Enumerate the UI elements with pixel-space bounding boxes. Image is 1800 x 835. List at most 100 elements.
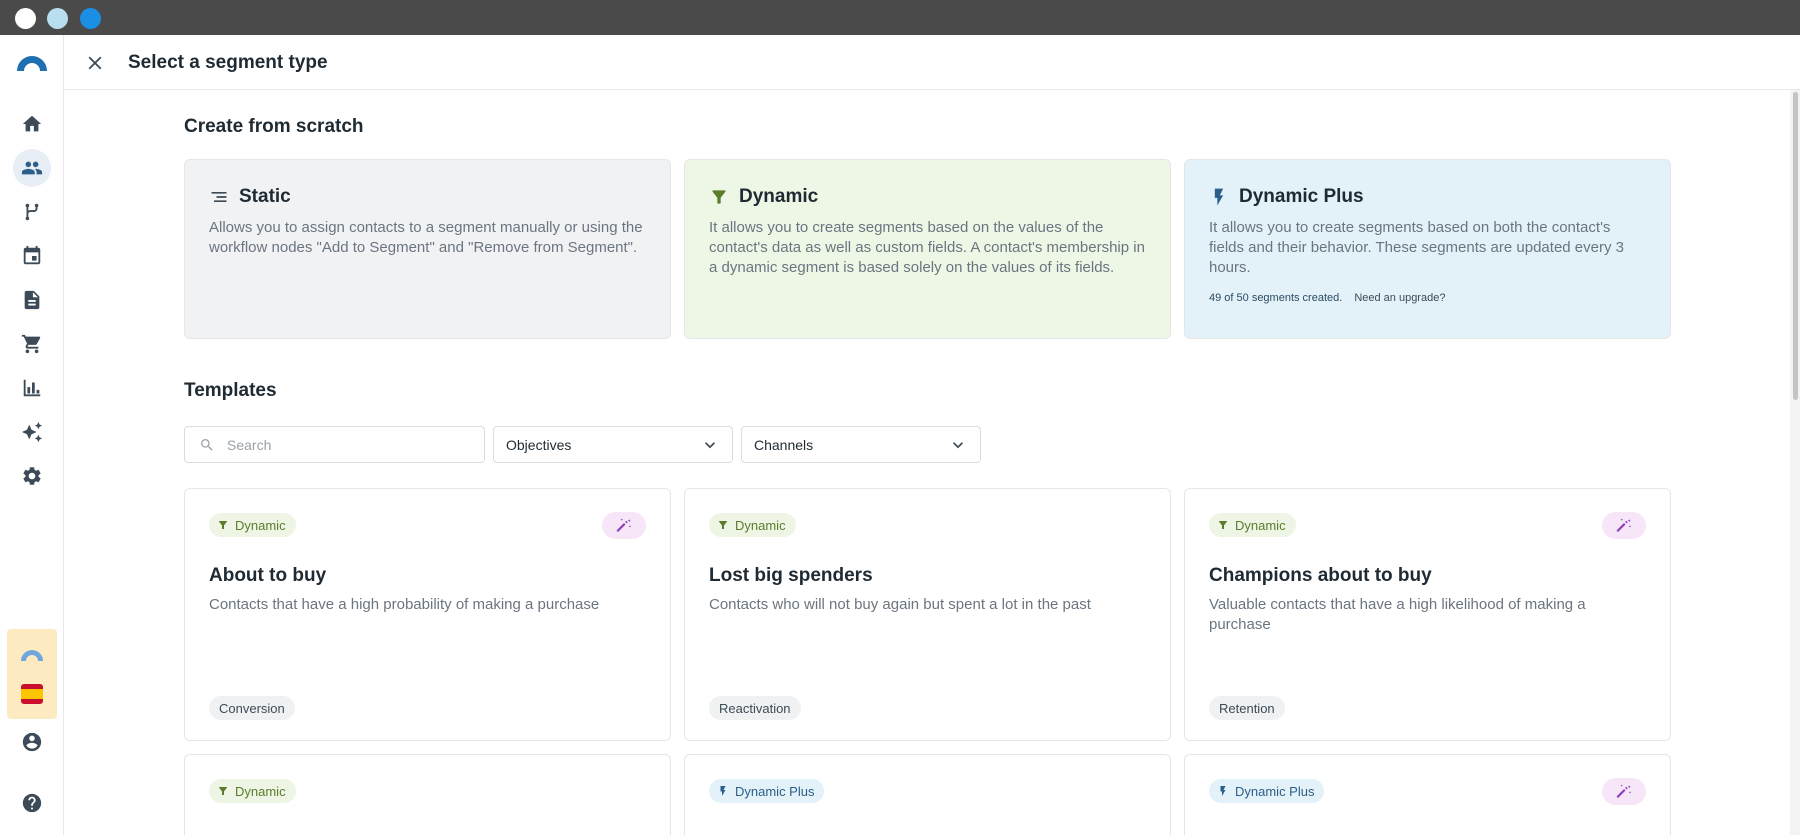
segment-type-badge: Dynamic <box>209 513 296 537</box>
template-card[interactable]: Dynamic About to buy Contacts that have … <box>184 488 671 741</box>
template-desc: Valuable contacts that have a high likel… <box>1209 596 1586 633</box>
scratch-section-title: Create from scratch <box>184 116 364 137</box>
nav-settings[interactable] <box>13 457 51 495</box>
template-card[interactable]: Dynamic Plus <box>684 754 1171 835</box>
templates-section-title: Templates <box>184 380 277 401</box>
badge-label: Dynamic Plus <box>735 783 815 799</box>
magic-wand-icon <box>616 518 632 532</box>
help-icon <box>22 793 42 813</box>
template-title: Champions about to buy <box>1209 565 1432 586</box>
close-button[interactable] <box>82 50 108 76</box>
scrollbar-thumb[interactable] <box>1793 92 1798 400</box>
list-lines-icon <box>211 192 227 202</box>
template-card[interactable]: Dynamic Plus <box>1184 754 1671 835</box>
dynamic-segment-card[interactable]: Dynamic It allows you to create segments… <box>684 159 1171 339</box>
dynamic-card-desc: It allows you to create segments based o… <box>709 219 1145 276</box>
page-title: Select a segment type <box>128 52 328 73</box>
badge-label: Dynamic <box>235 783 286 799</box>
upgrade-link[interactable]: Need an upgrade? <box>1354 292 1445 304</box>
template-title: Lost big spenders <box>709 565 873 586</box>
template-card[interactable]: Dynamic <box>184 754 671 835</box>
lightning-icon <box>1214 188 1224 206</box>
objectives-label: Objectives <box>506 436 572 453</box>
gear-icon <box>23 467 41 485</box>
nav-account[interactable] <box>13 723 51 761</box>
magic-wand-icon <box>1616 518 1632 532</box>
ai-generate-button[interactable] <box>602 512 646 539</box>
filter-icon <box>219 787 227 795</box>
objectives-dropdown[interactable]: Objectives <box>493 426 733 463</box>
objective-tag: Retention <box>1209 696 1285 720</box>
channels-label: Channels <box>754 436 814 453</box>
template-desc: Contacts that have a high probability of… <box>209 596 600 613</box>
badge-label: Dynamic <box>235 517 286 533</box>
badge-label: Dynamic <box>735 517 786 533</box>
chart-icon <box>23 379 41 397</box>
nav-documents[interactable] <box>13 281 51 319</box>
segment-type-badge: Dynamic Plus <box>1209 779 1325 803</box>
left-nav-rail <box>0 35 64 835</box>
badge-label: Dynamic Plus <box>1235 783 1315 799</box>
template-search[interactable] <box>184 426 485 463</box>
nav-ai[interactable] <box>13 413 51 451</box>
segment-type-badge: Dynamic <box>709 513 796 537</box>
lightning-icon <box>1220 786 1226 796</box>
badge-label: Dynamic <box>1235 517 1286 533</box>
window-minimize-button[interactable] <box>47 8 68 29</box>
segment-type-badge: Dynamic Plus <box>709 779 825 803</box>
segment-type-badge: Dynamic <box>209 779 296 803</box>
sparkle-icon <box>21 421 43 443</box>
nav-ecommerce[interactable] <box>13 325 51 363</box>
ai-generate-button[interactable] <box>1602 778 1646 805</box>
brand-logo[interactable] <box>15 49 49 73</box>
segment-quota-text: 49 of 50 segments created. <box>1209 292 1343 304</box>
filter-icon <box>1219 521 1227 529</box>
objective-tag: Reactivation <box>709 696 801 720</box>
home-icon <box>22 115 42 132</box>
template-desc: Contacts who will not buy again but spen… <box>709 596 1091 613</box>
objective-tag: Conversion <box>209 696 295 720</box>
dynamic-plus-card-desc: It allows you to create segments based o… <box>1209 219 1624 276</box>
chevron-down-icon <box>953 441 963 448</box>
template-title: About to buy <box>209 565 327 586</box>
spain-flag-icon <box>21 684 43 704</box>
window-close-button[interactable] <box>15 8 36 29</box>
filter-icon <box>712 190 726 204</box>
dynamic-card-title: Dynamic <box>739 186 819 207</box>
lightning-icon <box>720 786 726 796</box>
magic-wand-icon <box>1616 784 1632 798</box>
calendar-icon <box>23 245 41 265</box>
workflow-icon <box>25 203 39 221</box>
static-card-title: Static <box>239 186 291 207</box>
dynamic-plus-segment-card[interactable]: Dynamic Plus It allows you to create seg… <box>1184 159 1671 339</box>
upgrade-promo[interactable] <box>7 629 57 719</box>
account-icon <box>22 732 42 752</box>
filter-icon <box>219 521 227 529</box>
static-card-desc: Allows you to assign contacts to a segme… <box>209 219 643 256</box>
filter-icon <box>719 521 727 529</box>
page-header: Select a segment type <box>64 35 1800 90</box>
nav-calendar[interactable] <box>13 237 51 275</box>
close-icon <box>88 56 102 70</box>
nav-workflows[interactable] <box>13 193 51 231</box>
segment-type-badge: Dynamic <box>1209 513 1296 537</box>
window-titlebar <box>0 0 1800 35</box>
brand-logo-small <box>20 645 44 663</box>
ai-generate-button[interactable] <box>1602 512 1646 539</box>
nav-contacts[interactable] <box>13 149 51 187</box>
search-icon <box>201 438 213 451</box>
window-maximize-button[interactable] <box>80 8 101 29</box>
dynamic-plus-card-title: Dynamic Plus <box>1239 186 1364 207</box>
contacts-icon <box>21 161 43 175</box>
search-input[interactable] <box>227 436 467 453</box>
static-segment-card[interactable]: Static Allows you to assign contacts to … <box>184 159 671 339</box>
nav-reports[interactable] <box>13 369 51 407</box>
nav-help[interactable] <box>13 784 51 822</box>
channels-dropdown[interactable]: Channels <box>741 426 981 463</box>
template-card[interactable]: Dynamic Champions about to buy Valuable … <box>1184 488 1671 741</box>
chevron-down-icon <box>705 441 715 448</box>
nav-home[interactable] <box>13 105 51 143</box>
template-card[interactable]: Dynamic Lost big spenders Contacts who w… <box>684 488 1171 741</box>
cart-icon <box>21 334 41 354</box>
document-icon <box>24 290 40 310</box>
